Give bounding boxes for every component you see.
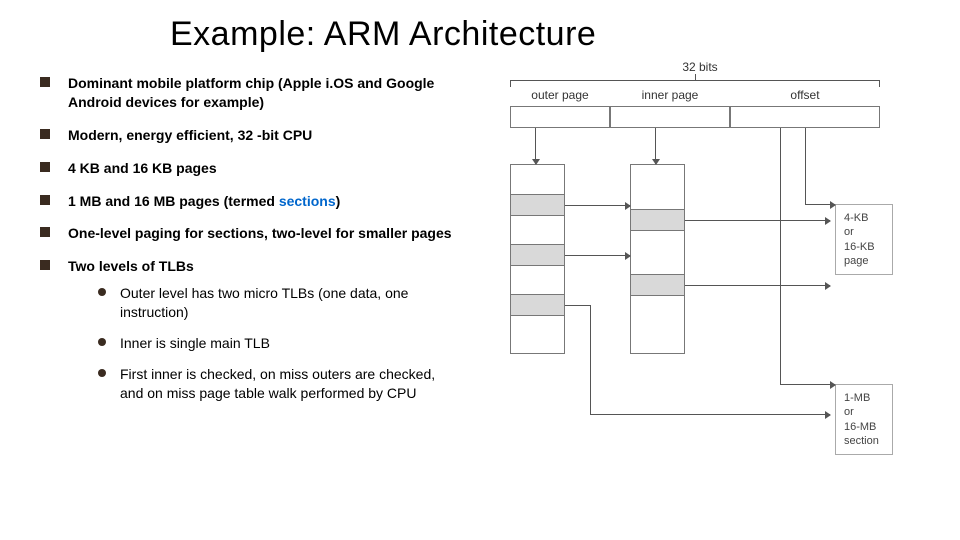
bullet-text-post: ) [336, 193, 341, 209]
page-annotation: 4-KB or 16-KB page [835, 204, 893, 275]
main-bullets: Dominant mobile platform chip (Apple i.O… [40, 74, 460, 403]
sub-bullet-text: Inner is single main TLB [120, 335, 270, 351]
content-row: Dominant mobile platform chip (Apple i.O… [40, 74, 920, 494]
bullet-item: Modern, energy efficient, 32 -bit CPU [40, 126, 460, 145]
offset-to-section-arrow [780, 384, 835, 385]
sub-bullet-item: First inner is checked, on miss outers a… [98, 365, 460, 403]
inner-to-page-arrow [685, 220, 830, 221]
offset-to-page-arrow [805, 204, 835, 205]
outer-entry [510, 294, 565, 316]
outer-to-inner-arrow [565, 205, 630, 206]
bullet-text: One-level paging for sections, two-level… [68, 225, 452, 241]
bits-bracket [510, 80, 880, 81]
bullet-column: Dominant mobile platform chip (Apple i.O… [40, 74, 460, 494]
bullet-item: 1 MB and 16 MB pages (termed sections) [40, 192, 460, 211]
section-annotation: 1-MB or 16-MB section [835, 384, 893, 455]
inner-page-label: inner page [610, 88, 730, 102]
bullet-text: Dominant mobile platform chip (Apple i.O… [68, 75, 434, 110]
sub-bullet-text: First inner is checked, on miss outers a… [120, 366, 435, 401]
sub-bullet-item: Inner is single main TLB [98, 334, 460, 353]
sub-bullets: Outer level has two micro TLBs (one data… [98, 284, 460, 402]
outer-index-line [535, 128, 536, 164]
outer-to-inner-arrow [565, 255, 630, 256]
offset-vline [805, 128, 806, 204]
offset-vline2 [780, 128, 781, 384]
inner-table [630, 164, 685, 354]
outer-entry [510, 194, 565, 216]
bullet-highlight: sections [279, 193, 336, 209]
bullet-text-pre: 1 MB and 16 MB pages (termed [68, 193, 279, 209]
sub-bullet-item: Outer level has two micro TLBs (one data… [98, 284, 460, 322]
bullet-item: Two levels of TLBs Outer level has two m… [40, 257, 460, 402]
bracket-stem [695, 74, 696, 80]
outer-page-label: outer page [500, 88, 620, 102]
addr-offset-field [730, 106, 880, 128]
page-annotation-text: 4-KB or 16-KB page [844, 212, 875, 267]
slide: Example: ARM Architecture Dominant mobil… [0, 0, 960, 540]
arm-paging-diagram: 32 bits outer page inner page offset [480, 74, 920, 494]
inner-entry [630, 274, 685, 296]
section-annotation-text: 1-MB or 16-MB section [844, 392, 879, 447]
bullet-item: One-level paging for sections, two-level… [40, 224, 460, 243]
addr-inner-field [610, 106, 730, 128]
section-h-from-outer [565, 305, 590, 306]
offset-label: offset [760, 88, 850, 102]
bits-label: 32 bits [675, 60, 725, 74]
sub-bullet-text: Outer level has two micro TLBs (one data… [120, 285, 408, 320]
section-arrow [590, 414, 830, 415]
bullet-text: Two levels of TLBs [68, 258, 194, 274]
inner-entry [630, 209, 685, 231]
bullet-item: 4 KB and 16 KB pages [40, 159, 460, 178]
inner-index-line [655, 128, 656, 164]
inner-to-page-arrow [685, 285, 830, 286]
slide-title: Example: ARM Architecture [170, 15, 920, 54]
bullet-text: 4 KB and 16 KB pages [68, 160, 217, 176]
bullet-item: Dominant mobile platform chip (Apple i.O… [40, 74, 460, 112]
outer-entry [510, 244, 565, 266]
section-vline [590, 305, 591, 415]
bullet-text: Modern, energy efficient, 32 -bit CPU [68, 127, 312, 143]
addr-outer-field [510, 106, 610, 128]
